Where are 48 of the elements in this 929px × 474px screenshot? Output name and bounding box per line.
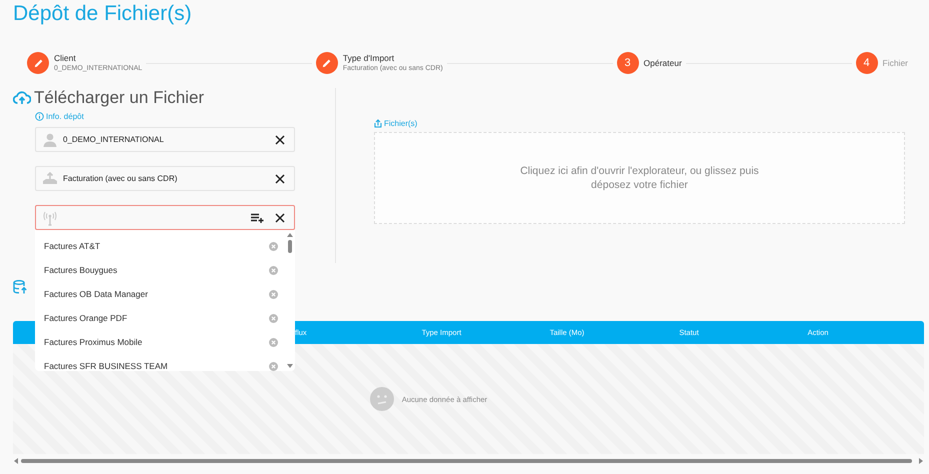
tray-upload-icon [42,170,58,186]
confused-face-icon [370,387,394,411]
dropdown-option[interactable]: Factures Bouygues [44,265,118,275]
step-circle[interactable] [316,52,338,74]
list-add-icon[interactable] [251,212,264,222]
step-label: Type d'Import [342,53,396,64]
remove-icon[interactable] [269,314,278,322]
antenna-icon [42,210,58,226]
section-title: Télécharger un Fichier [34,88,204,108]
dropzone[interactable]: Cliquez ici afin d'ouvrir l'explorateur, ou glissez puis déposez votre fichier [374,132,905,224]
close-icon[interactable] [275,174,285,184]
dropdown-option[interactable]: Factures Orange PDF [44,313,128,323]
info-link[interactable]: Info. dépôt [35,112,84,121]
page-title: Dépôt de Fichier(s) [13,1,192,27]
step-number: 4 [863,57,870,69]
field-value: 0_DEMO_INTERNATIONAL [63,135,165,144]
step-circle[interactable] [27,52,49,74]
remove-icon[interactable] [269,242,278,250]
step-circle[interactable]: 4 [856,52,878,74]
step-circle[interactable]: 3 [616,52,639,74]
dropdown-option[interactable]: Factures OB Data Manager [44,289,148,299]
upload-icon [374,119,382,128]
scrollbar[interactable] [13,457,924,465]
select-field[interactable] [35,205,295,230]
dropdown-option[interactable]: Factures Proximus Mobile [44,337,142,347]
files-link[interactable]: Fichier(s) [374,119,418,128]
remove-icon[interactable] [269,362,278,370]
database-upload-icon [13,280,28,294]
field-value: Facturation (avec ou sans CDR) [63,174,178,183]
remove-icon[interactable] [269,266,278,274]
user-icon [42,132,58,148]
pencil-icon [32,58,44,68]
step-label: Fichier [882,58,908,68]
select-field[interactable]: Facturation (avec ou sans CDR) [35,166,295,191]
step-label: Client [54,53,77,64]
remove-icon[interactable] [269,290,278,298]
close-icon[interactable] [275,134,285,144]
select-field[interactable]: 0_DEMO_INTERNATIONAL [35,127,295,152]
info-icon [35,112,44,121]
step-label: Opérateur [644,58,682,68]
close-icon[interactable] [275,212,285,222]
cloud-upload-icon [13,91,31,105]
step-number: 3 [624,57,631,69]
pencil-icon [321,58,332,68]
dropdown-option[interactable]: Factures AT&T [44,241,100,251]
dropdown-option[interactable]: Factures SFR BUSINESS TEAM [44,361,168,371]
remove-icon[interactable] [269,338,278,346]
scrollbar[interactable] [286,232,294,369]
